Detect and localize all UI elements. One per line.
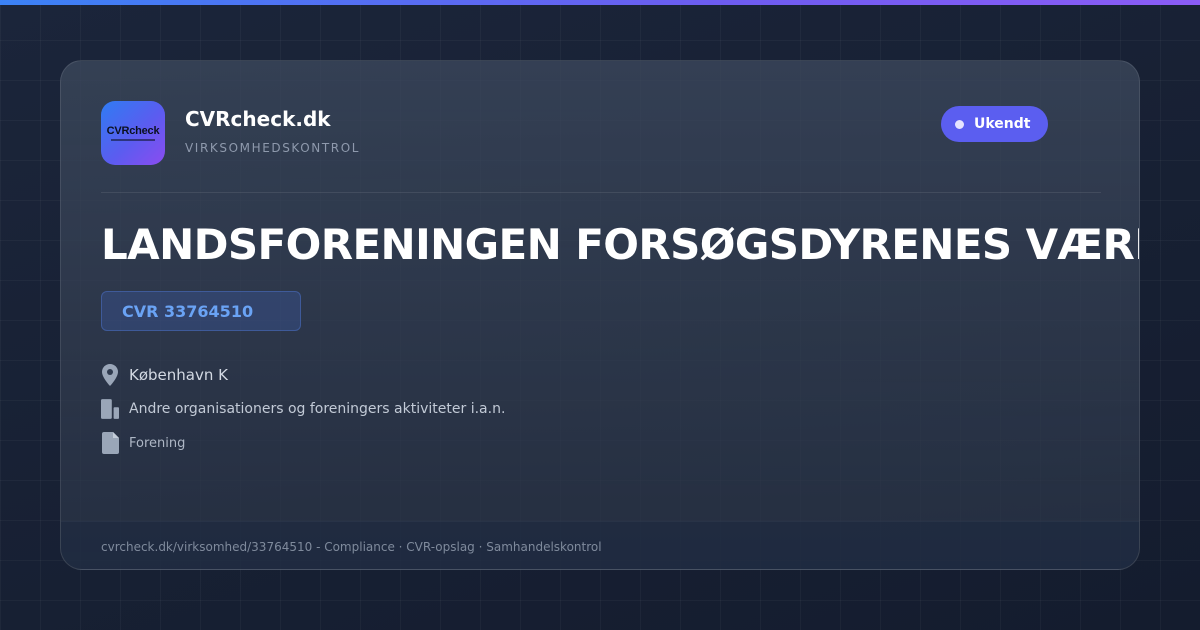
- company-name: LANDSFORENINGEN FORSØGSDYRENES VÆRN: [101, 220, 1140, 269]
- status-dot-icon: [955, 119, 964, 129]
- status-label: Ukendt: [974, 116, 1031, 132]
- brand-logo-underline: [111, 139, 155, 141]
- card-header: CVRcheck CVRcheck.dk VIRKSOMHEDSKONTROL …: [101, 101, 1101, 165]
- footer-text: cvrcheck.dk/virksomhed/33764510 - Compli…: [101, 539, 602, 554]
- company-type: Forening: [129, 435, 186, 451]
- cvr-number: CVR 33764510: [122, 301, 254, 321]
- top-accent-bar: [0, 0, 1200, 5]
- detail-type: Forening: [101, 432, 185, 454]
- brand-logo-text: CVRcheck: [106, 124, 160, 137]
- map-pin-icon: [101, 364, 119, 386]
- company-industry: Andre organisationers og foreningers akt…: [129, 401, 506, 417]
- company-city: København K: [129, 366, 228, 384]
- detail-industry: Andre organisationers og foreningers akt…: [101, 398, 505, 420]
- header-divider: [101, 192, 1101, 193]
- brand-logo: CVRcheck: [101, 101, 165, 165]
- brand-tagline: VIRKSOMHEDSKONTROL: [185, 141, 361, 155]
- card-footer: cvrcheck.dk/virksomhed/33764510 - Compli…: [61, 521, 1139, 569]
- document-icon: [101, 432, 119, 454]
- cvr-number-chip: CVR 33764510: [101, 291, 301, 331]
- brand-name: CVRcheck.dk: [185, 107, 331, 131]
- company-card: CVRcheck CVRcheck.dk VIRKSOMHEDSKONTROL …: [60, 60, 1140, 570]
- detail-city: København K: [101, 364, 228, 386]
- building-icon: [101, 398, 119, 420]
- status-badge: Ukendt: [941, 106, 1049, 142]
